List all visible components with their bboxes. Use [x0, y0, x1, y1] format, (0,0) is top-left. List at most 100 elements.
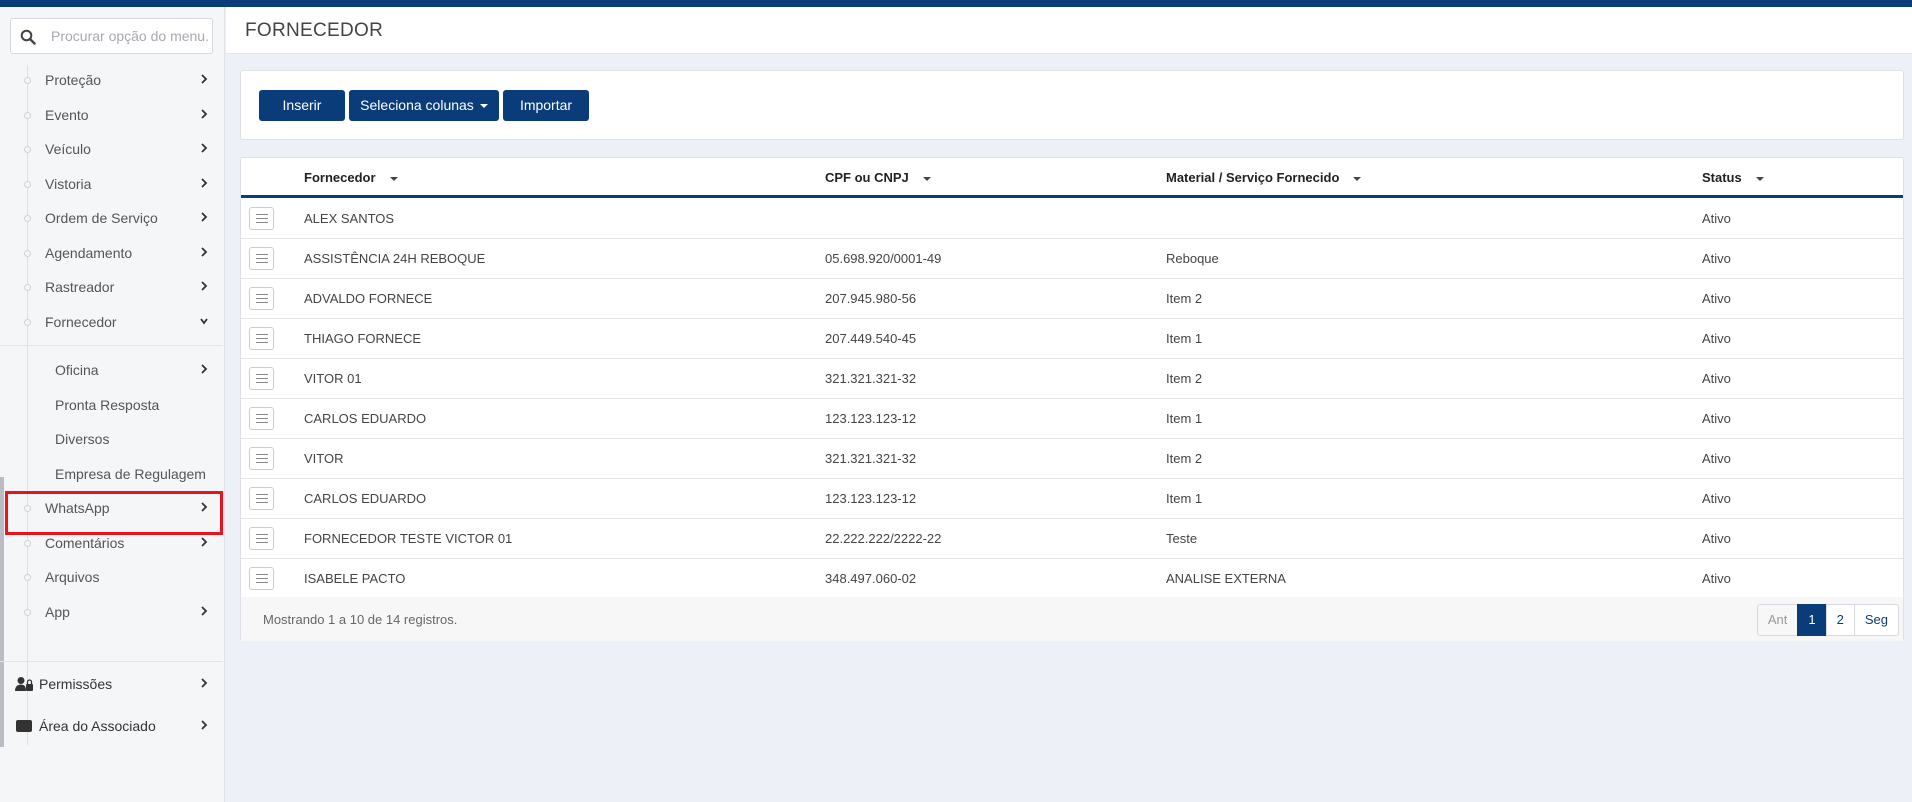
table-row: ALEX SANTOS Ativo: [241, 199, 1903, 239]
sort-icon: [389, 176, 398, 181]
chevron-right-icon: [201, 74, 208, 84]
tree-dot: [24, 180, 31, 188]
table-cell: ADVALDO FORNECE: [304, 291, 433, 306]
column-header-label: CPF ou CNPJ: [825, 170, 909, 185]
column-header-label: Status: [1702, 170, 1742, 185]
row-menu-icon[interactable]: [249, 447, 274, 470]
pagination-page-2[interactable]: 2: [1825, 604, 1855, 636]
sidebar-subitem-label: Diversos: [55, 431, 110, 447]
pagination-next[interactable]: Seg: [1853, 604, 1899, 636]
sort-icon: [1353, 176, 1362, 181]
insert-button[interactable]: Inserir: [259, 90, 345, 121]
row-menu-icon[interactable]: [249, 207, 274, 230]
table-row: ISABELE PACTO 348.497.060-02 ANALISE EXTER…: [241, 559, 1903, 599]
table-cell: Item 2: [1166, 291, 1203, 306]
select-columns-button[interactable]: Seleciona colunas: [349, 90, 499, 121]
table-row: VITOR 01 321.321.321-32 Item 2 Ativo: [241, 359, 1903, 399]
select-columns-label: Seleciona colunas: [360, 97, 474, 113]
tree-dot: [24, 77, 31, 84]
chevron-right-icon: [201, 678, 208, 688]
table-row: THIAGO FORNECE 207.449.540-45 Item 1 Ativo: [241, 319, 1903, 359]
table-footer: Mostrando 1 a 10 de 14 registros. Ant 1 …: [241, 597, 1903, 641]
tree-dot: [24, 574, 31, 581]
records-info: Mostrando 1 a 10 de 14 registros.: [263, 612, 458, 627]
row-menu-icon[interactable]: [249, 567, 274, 590]
sidebar-item-label: Agendamento: [45, 244, 133, 261]
row-menu-icon[interactable]: [249, 247, 274, 270]
table-cell: Ativo: [1702, 411, 1731, 426]
row-menu-icon[interactable]: [249, 407, 274, 430]
row-menu-icon[interactable]: [249, 367, 274, 390]
table-cell: 207.449.540-45: [825, 331, 917, 346]
chevron-right-icon: [201, 108, 208, 119]
tree-dot: [24, 111, 31, 119]
table-row: CARLOS EDUARDO 123.123.123-12 Item 1 Ativo: [241, 399, 1903, 439]
row-menu-icon[interactable]: [249, 327, 274, 350]
table-row: ADVALDO FORNECE 207.945.980-56 Item 2 Ativo: [241, 279, 1903, 319]
table-cell: ANALISE EXTERNA: [1166, 571, 1286, 586]
chevron-right-icon: [201, 212, 208, 222]
table-cell: 123.123.123-12: [825, 411, 917, 426]
sidebar-subitem-label: Oficina: [55, 362, 99, 378]
column-header-material[interactable]: Material / Serviço Fornecido: [1166, 170, 1362, 185]
table-cell: Item 2: [1166, 451, 1203, 466]
table-cell: ALEX SANTOS: [304, 211, 395, 226]
chevron-right-icon: [201, 720, 208, 730]
tree-dot: [24, 539, 31, 547]
row-menu-icon[interactable]: [249, 487, 274, 510]
pagination: Ant 1 2 Seg: [1756, 604, 1899, 636]
tree-dot: [24, 608, 31, 616]
table-cell: FORNECEDOR TESTE VICTOR 01: [304, 531, 513, 546]
table-cell: VITOR: [304, 451, 344, 466]
table-cell: Ativo: [1702, 291, 1731, 306]
row-menu-icon[interactable]: [249, 287, 274, 310]
table-cell: 123.123.123-12: [825, 491, 917, 506]
table-row: FORNECEDOR TESTE VICTOR 01 22.222.222/222…: [241, 519, 1903, 559]
pagination-prev[interactable]: Ant: [1756, 604, 1799, 636]
sidebar-item-label: Rastreador: [45, 279, 115, 295]
table-cell: THIAGO FORNECE: [304, 331, 422, 346]
sidebar-item-label: Fornecedor: [45, 313, 117, 330]
sort-icon: [1755, 176, 1764, 181]
divider: [0, 345, 223, 346]
sidebar-item-label: Ordem de Serviço: [45, 210, 158, 226]
column-header-status[interactable]: Status: [1702, 170, 1764, 185]
sidebar-item-label: Permissões: [39, 676, 113, 692]
sidebar-item-permissoes[interactable]: Permissões: [0, 662, 223, 706]
sidebar-subitem-label: Empresa de Regulagem: [55, 465, 206, 482]
sidebar-item-fornecedor[interactable]: Fornecedor: [0, 301, 223, 343]
sidebar-item-label: Vistoria: [45, 175, 92, 192]
sidebar-item-label: Comentários: [45, 534, 125, 551]
table-cell: ASSISTÊNCIA 24H REBOQUE: [304, 251, 486, 266]
row-menu-icon[interactable]: [249, 527, 274, 550]
chevron-right-icon: [201, 502, 208, 512]
table-cell: Ativo: [1702, 451, 1731, 466]
tree-dot: [24, 284, 31, 291]
table-cell: 321.321.321-32: [825, 451, 917, 466]
sidebar-item-label: Área do Associado: [39, 718, 156, 734]
table-cell: Item 1: [1166, 491, 1203, 506]
tree-dot: [24, 249, 31, 257]
id-card-icon: [16, 720, 32, 732]
pagination-page-1[interactable]: 1: [1797, 604, 1827, 636]
table-cell: Item 1: [1166, 411, 1203, 426]
column-header-cpf-cnpj[interactable]: CPF ou CNPJ: [825, 170, 931, 185]
table-cell: Item 2: [1166, 371, 1203, 386]
sidebar-item-label: Arquivos: [45, 569, 100, 585]
sidebar-item-app[interactable]: App: [0, 591, 223, 633]
table-cell: VITOR 01: [304, 371, 362, 386]
chevron-right-icon: [201, 177, 208, 188]
column-header-fornecedor[interactable]: Fornecedor: [304, 170, 398, 185]
table-cell: Ativo: [1702, 491, 1731, 506]
table-cell: CARLOS EDUARDO: [304, 411, 427, 426]
table-cell: 348.497.060-02: [825, 571, 917, 586]
sidebar-item-area-do-associado[interactable]: Área do Associado: [0, 704, 223, 748]
search-input[interactable]: [51, 19, 209, 53]
table-cell: Teste: [1166, 531, 1198, 546]
table-cell: Ativo: [1702, 571, 1731, 586]
table-cell: Ativo: [1702, 211, 1731, 226]
table-row: CARLOS EDUARDO 123.123.123-12 Item 1 Ativo: [241, 479, 1903, 519]
import-button[interactable]: Importar: [503, 90, 589, 121]
chevron-right-icon: [201, 605, 208, 616]
column-header-label: Fornecedor: [304, 170, 376, 185]
